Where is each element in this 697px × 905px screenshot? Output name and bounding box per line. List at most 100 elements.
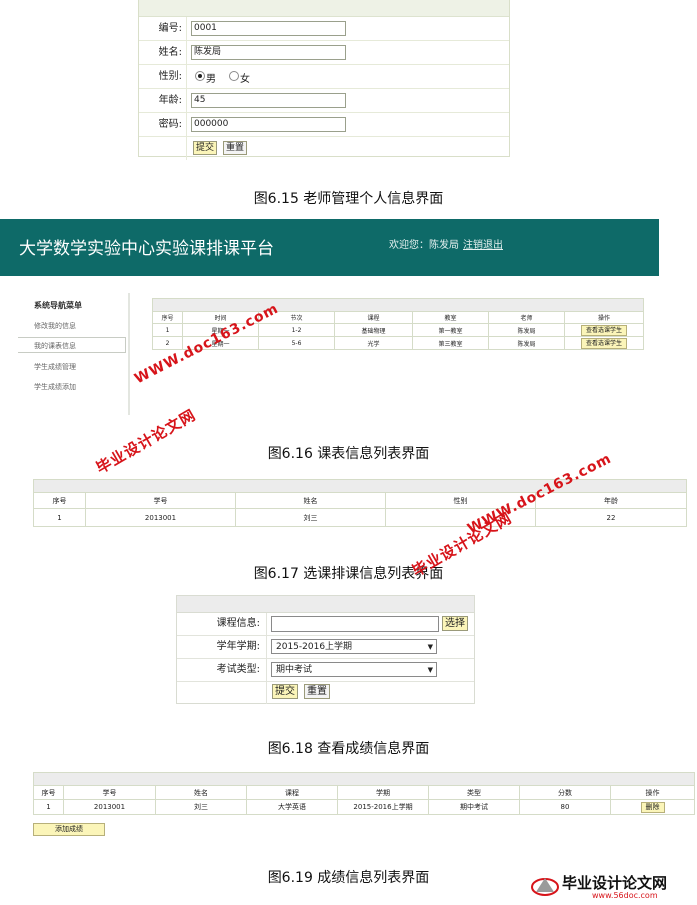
personal-info-form: 编号: 0001 姓名: 陈发局 性别: 男 女 年龄: 45 密码: 0000…: [138, 0, 510, 160]
app-header-banner: 大学数学实验中心实验课排课平台 欢迎您：陈发局 注销退出: [0, 219, 659, 276]
cell: 1-2: [258, 323, 335, 337]
form-row-password: 密码: 000000: [139, 113, 509, 137]
submit-button[interactable]: 提交: [193, 141, 217, 155]
form-row-course: 课程信息: 选择: [177, 613, 474, 636]
cell: 基础物理: [334, 323, 413, 337]
form-row-actions: 提交 重置: [139, 137, 509, 160]
id-input[interactable]: 0001: [191, 21, 346, 36]
col-header: 年龄: [535, 492, 687, 509]
cell: 2013001: [85, 508, 236, 527]
cell: 22: [535, 508, 687, 527]
reset-button[interactable]: 重置: [223, 141, 247, 155]
grade-table-header-bar: [33, 772, 695, 785]
cell: 1: [33, 508, 86, 527]
cell: 陈发局: [488, 323, 565, 337]
welcome-text: 欢迎您：陈发局: [389, 240, 459, 251]
col-header: 操作: [564, 311, 644, 324]
schedule-table-header-bar: [152, 298, 644, 311]
exam-select-value: 期中考试: [276, 665, 313, 675]
cell: 第三教室: [412, 336, 489, 350]
col-header: 学期: [337, 785, 429, 800]
app-title: 大学数学实验中心实验课排课平台: [19, 239, 274, 259]
col-header: 课程: [246, 785, 338, 800]
age-input[interactable]: 45: [191, 93, 346, 108]
exam-select[interactable]: 期中考试 ▼: [271, 662, 437, 677]
cell: 2013001: [63, 799, 156, 815]
cell: 刘三: [155, 799, 247, 815]
sidebar-item-edit-info[interactable]: 修改我的信息: [18, 321, 126, 331]
grade-header-row: 序号 学号 姓名 课程 学期 类型 分数 操作: [33, 785, 695, 800]
cell: 期中考试: [428, 799, 520, 815]
enrollment-table: 序号 学号 姓名 性别 年龄 1 2013001 刘三 22: [33, 492, 687, 527]
chevron-down-icon: ▼: [427, 643, 433, 651]
form-row-id: 编号: 0001: [139, 17, 509, 41]
cell: 2: [152, 336, 183, 350]
cell: 1: [152, 323, 183, 337]
col-header: 序号: [33, 492, 86, 509]
gender-radio-female[interactable]: [229, 71, 239, 81]
cell: 光学: [334, 336, 413, 350]
select-course-button[interactable]: 选择: [442, 616, 468, 631]
caption-fig-6-17: 图6.17 选课排课信息列表界面: [253, 566, 444, 582]
exam-label: 考试类型:: [177, 659, 267, 681]
submit-button[interactable]: 提交: [272, 684, 298, 699]
name-label: 姓名:: [139, 41, 187, 64]
col-header: 操作: [610, 785, 695, 800]
course-input[interactable]: [271, 616, 439, 632]
cell: 80: [519, 799, 611, 815]
cell: 陈发局: [488, 336, 565, 350]
form-row-term: 学年学期: 2015-2016上学期 ▼: [177, 636, 474, 659]
sidebar-item-my-schedule[interactable]: 我的课表信息: [18, 337, 126, 353]
table-row: 1 2013001 刘三 22: [33, 508, 687, 527]
sidebar-item-grade-add[interactable]: 学生成绩添加: [18, 382, 126, 392]
name-input[interactable]: 陈发局: [191, 45, 346, 60]
col-header: 姓名: [155, 785, 247, 800]
gender-male-label: 男: [206, 74, 216, 85]
view-students-button[interactable]: 查看选课学生: [580, 324, 627, 336]
form-row-name: 姓名: 陈发局: [139, 41, 509, 65]
logo-text: 毕业设计论文网: [562, 874, 668, 892]
form-row-exam: 考试类型: 期中考试 ▼: [177, 659, 474, 682]
gender-label: 性别:: [139, 65, 187, 88]
logo-url: www.56doc.com: [592, 891, 658, 900]
add-grade-button[interactable]: 添加成绩: [33, 823, 105, 836]
logout-link[interactable]: 注销退出: [463, 236, 503, 251]
password-input[interactable]: 000000: [191, 117, 346, 132]
gender-radio-male[interactable]: [195, 71, 205, 81]
caption-fig-6-15: 图6.15 老师管理个人信息界面: [253, 191, 444, 207]
reset-button[interactable]: 重置: [304, 684, 330, 699]
cell: 5-6: [258, 336, 335, 350]
grade-query-form: 课程信息: 选择 学年学期: 2015-2016上学期 ▼ 考试类型: 期中考试…: [176, 595, 475, 704]
delete-button[interactable]: 删除: [640, 801, 665, 813]
view-students-button[interactable]: 查看选课学生: [580, 337, 627, 349]
logo-emblem-icon: [531, 878, 559, 896]
site-logo: 毕业设计论文网 www.56doc.com: [530, 872, 692, 902]
col-header: 类型: [428, 785, 520, 800]
col-header: 分数: [519, 785, 611, 800]
col-header: 老师: [488, 311, 565, 324]
cell-action: 查看选课学生: [564, 323, 644, 337]
chevron-down-icon: ▼: [427, 666, 433, 674]
watermark-brand: 毕业设计论文网: [93, 405, 200, 478]
term-label: 学年学期:: [177, 636, 267, 658]
password-label: 密码:: [139, 113, 187, 136]
table-row: 1 2013001 刘三 大学英语 2015-2016上学期 期中考试 80 删…: [33, 799, 695, 815]
form-header-bar: [139, 0, 509, 17]
term-select[interactable]: 2015-2016上学期 ▼: [271, 639, 437, 654]
col-header: 课程: [334, 311, 413, 324]
sidebar-title: 系统导航菜单: [34, 301, 82, 310]
cell: 刘三: [235, 508, 386, 527]
grade-table: 序号 学号 姓名 课程 学期 类型 分数 操作 1 2013001 刘三 大学英…: [33, 785, 695, 815]
sidebar-nav: 系统导航菜单 修改我的信息 我的课表信息 学生成绩管理 学生成绩添加: [18, 293, 130, 415]
cell-action: 删除: [610, 799, 695, 815]
enrollment-header-row: 序号 学号 姓名 性别 年龄: [33, 492, 687, 509]
actions-label-cell: [177, 682, 267, 704]
col-header: 学号: [63, 785, 156, 800]
sidebar-item-grade-manage[interactable]: 学生成绩管理: [18, 362, 126, 372]
col-header: 学号: [85, 492, 236, 509]
gender-female-label: 女: [240, 74, 250, 85]
term-select-value: 2015-2016上学期: [276, 642, 353, 652]
cell: 1: [33, 799, 64, 815]
form-row-actions: 提交 重置: [177, 682, 474, 704]
col-header: 序号: [33, 785, 64, 800]
